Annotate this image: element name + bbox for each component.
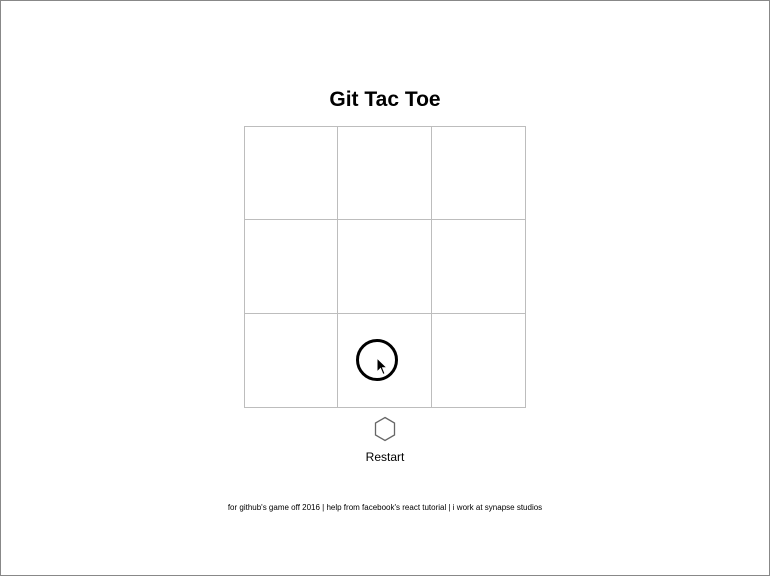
board-cell-1-3[interactable] — [432, 127, 525, 220]
board-cell-2-1[interactable] — [245, 220, 338, 314]
mouse-cursor-icon — [376, 357, 388, 376]
board-cell-1-2[interactable] — [338, 127, 432, 220]
restart-button[interactable]: Restart — [335, 450, 435, 464]
hexagon-icon — [374, 416, 396, 442]
board-cell-3-3[interactable] — [432, 314, 525, 407]
footer-text: for github's game off 2016 | help from f… — [227, 503, 543, 512]
board-cell-2-2[interactable] — [338, 220, 432, 314]
board-cell-2-3[interactable] — [432, 220, 525, 314]
board-cell-1-1[interactable] — [245, 127, 338, 220]
board-cell-3-1[interactable] — [245, 314, 338, 407]
game-board — [244, 126, 526, 408]
board-cell-3-2[interactable] — [338, 314, 432, 407]
page-title: Git Tac Toe — [329, 88, 441, 111]
